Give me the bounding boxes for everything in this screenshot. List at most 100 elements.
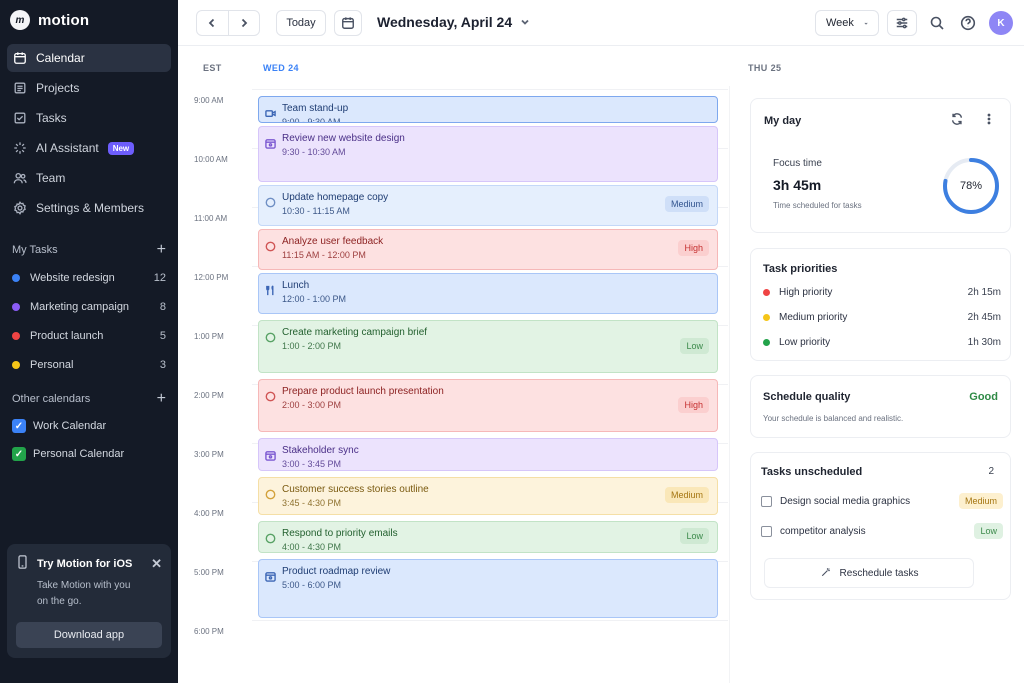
nav-item-calendar[interactable]: Calendar xyxy=(7,44,171,72)
event-time: 5:00 - 6:00 PM xyxy=(282,580,342,591)
task-list-item[interactable]: Marketing campaign 8 xyxy=(12,292,166,321)
calendar-event[interactable]: Product roadmap review 5:00 - 6:00 PM xyxy=(258,559,718,619)
task-count: 8 xyxy=(159,300,166,313)
task-circle-icon[interactable] xyxy=(265,330,276,343)
event-time: 11:15 AM - 12:00 PM xyxy=(282,249,366,260)
chevron-right-icon xyxy=(241,18,248,28)
priority-value: 2h 15m xyxy=(967,287,1001,298)
priority-badge: Medium xyxy=(664,196,709,213)
day-divider xyxy=(729,86,730,683)
schedule-quality-value: Good xyxy=(969,391,998,403)
filter-button[interactable] xyxy=(887,10,917,36)
close-icon[interactable]: ✕ xyxy=(151,556,162,572)
project-color-dot xyxy=(12,360,20,369)
checkbox-checked-icon[interactable]: ✓ xyxy=(12,447,26,461)
view-select[interactable]: Week xyxy=(815,10,879,36)
refresh-icon[interactable] xyxy=(950,112,964,131)
event-time: 10:30 - 11:15 AM xyxy=(282,205,350,216)
my-tasks-header: My Tasks + xyxy=(12,242,166,258)
tasks-icon xyxy=(13,111,27,125)
nav-item-tasks[interactable]: Tasks xyxy=(7,104,171,132)
calendar-event[interactable]: Create marketing campaign brief 1:00 - 2:… xyxy=(258,320,718,374)
date-picker-button[interactable] xyxy=(334,10,362,36)
task-list-label: Marketing campaign xyxy=(30,300,130,313)
hour-gridline xyxy=(252,620,728,621)
task-circle-icon[interactable] xyxy=(265,239,276,252)
my-day-title: My day xyxy=(764,115,802,127)
today-button[interactable]: Today xyxy=(276,10,326,36)
task-circle-icon[interactable] xyxy=(265,531,276,544)
calendar-event[interactable]: Update homepage copy 10:30 - 11:15 AM Medi… xyxy=(258,184,718,226)
add-calendar-button[interactable]: + xyxy=(157,391,166,407)
nav-item-team[interactable]: Team xyxy=(7,164,171,192)
nav-item-settings[interactable]: Settings & Members xyxy=(7,194,171,222)
meeting-icon xyxy=(265,569,276,582)
day-header-thu[interactable]: THU 25 xyxy=(748,63,781,73)
calendar-icon xyxy=(342,17,354,29)
user-avatar[interactable]: K xyxy=(989,11,1013,35)
calendar-event[interactable]: Stakeholder sync 3:00 - 3:45 PM xyxy=(258,438,718,471)
nav-item-projects[interactable]: Projects xyxy=(7,74,171,102)
calendar-event[interactable]: Analyze user feedback 11:15 AM - 12:00 PM… xyxy=(258,228,718,270)
calendar-event[interactable]: Team stand-up 9:00 - 9:30 AM xyxy=(258,96,718,123)
calendar-event[interactable]: Lunch 12:00 - 1:00 PM xyxy=(258,273,718,315)
unscheduled-task-label: competitor analysis xyxy=(780,525,866,537)
chevron-down-icon xyxy=(521,19,529,25)
sparkle-icon xyxy=(13,141,27,155)
unscheduled-task-row[interactable]: Design social media graphics Medium xyxy=(761,493,1003,509)
sliders-icon xyxy=(896,17,908,29)
focus-progress-ring: 78% xyxy=(941,156,1001,216)
event-time: 9:30 - 10:30 AM xyxy=(282,146,346,157)
nav-label: Team xyxy=(36,171,66,185)
task-list-label: Personal xyxy=(30,358,74,371)
previous-day-button[interactable] xyxy=(197,11,229,35)
add-task-list-button[interactable]: + xyxy=(157,242,166,258)
task-checkbox[interactable] xyxy=(761,525,772,537)
ios-promo-card: Try Motion for iOS ✕ Take Motion with yo… xyxy=(7,544,171,658)
projects-icon xyxy=(13,81,27,95)
task-circle-icon[interactable] xyxy=(265,389,276,402)
calendar-item[interactable]: ✓ Work Calendar xyxy=(12,412,166,440)
app-logo[interactable]: m motion xyxy=(10,10,89,30)
task-list-item[interactable]: Website redesign 12 xyxy=(12,263,166,292)
unscheduled-task-row[interactable]: competitor analysis Low xyxy=(761,523,1003,539)
task-list-item[interactable]: Personal 3 xyxy=(12,350,166,379)
download-app-button[interactable]: Download app xyxy=(16,622,162,648)
search-button[interactable] xyxy=(927,13,947,33)
video-icon xyxy=(265,106,276,117)
day-header-wed[interactable]: WED 24 xyxy=(263,63,299,73)
checkbox-checked-icon[interactable]: ✓ xyxy=(12,419,26,433)
calendar-event[interactable]: Review new website design 9:30 - 10:30 AM xyxy=(258,125,718,182)
nav-item-ai-assistant[interactable]: AI Assistant New xyxy=(7,134,171,162)
task-checkbox[interactable] xyxy=(761,495,772,507)
priority-badge: Low xyxy=(680,527,709,544)
task-circle-icon[interactable] xyxy=(265,195,276,207)
priority-label: Medium priority xyxy=(779,312,848,323)
time-label: 5:00 PM xyxy=(194,568,224,577)
event-time: 1:00 - 2:00 PM xyxy=(282,341,342,352)
calendar-item[interactable]: ✓ Personal Calendar xyxy=(12,440,166,468)
calendar-event[interactable]: Respond to priority emails 4:00 - 4:30 PM… xyxy=(258,520,718,554)
phone-icon xyxy=(16,555,29,572)
other-calendars-title: Other calendars xyxy=(12,393,91,405)
event-time: 3:00 - 3:45 PM xyxy=(282,459,342,470)
tasks-unscheduled-title: Tasks unscheduled xyxy=(761,466,863,478)
other-calendars-header: Other calendars + xyxy=(12,391,166,407)
reschedule-tasks-button[interactable]: Reschedule tasks xyxy=(764,558,974,588)
tasks-unscheduled-count: 2 xyxy=(988,466,994,477)
more-options-icon[interactable] xyxy=(982,112,996,131)
task-list-label: Product launch xyxy=(30,329,104,342)
event-title: Analyze user feedback xyxy=(282,235,384,247)
task-list-item[interactable]: Product launch 5 xyxy=(12,321,166,350)
event-title: Stakeholder sync xyxy=(282,445,359,457)
promo-title: Try Motion for iOS xyxy=(37,557,133,570)
task-circle-icon[interactable] xyxy=(265,487,276,499)
next-day-button[interactable] xyxy=(229,11,260,35)
event-title: Prepare product launch presentation xyxy=(282,386,444,398)
current-date-dropdown[interactable]: Wednesday, April 24 xyxy=(377,14,530,30)
calendar-event[interactable]: Customer success stories outline 3:45 - 4… xyxy=(258,476,718,515)
calendar-event[interactable]: Prepare product launch presentation 2:00 … xyxy=(258,379,718,433)
help-button[interactable] xyxy=(958,13,978,33)
hour-gridline xyxy=(252,89,728,90)
sidebar: m motion Calendar Projects Tasks AI Assi… xyxy=(0,0,178,683)
